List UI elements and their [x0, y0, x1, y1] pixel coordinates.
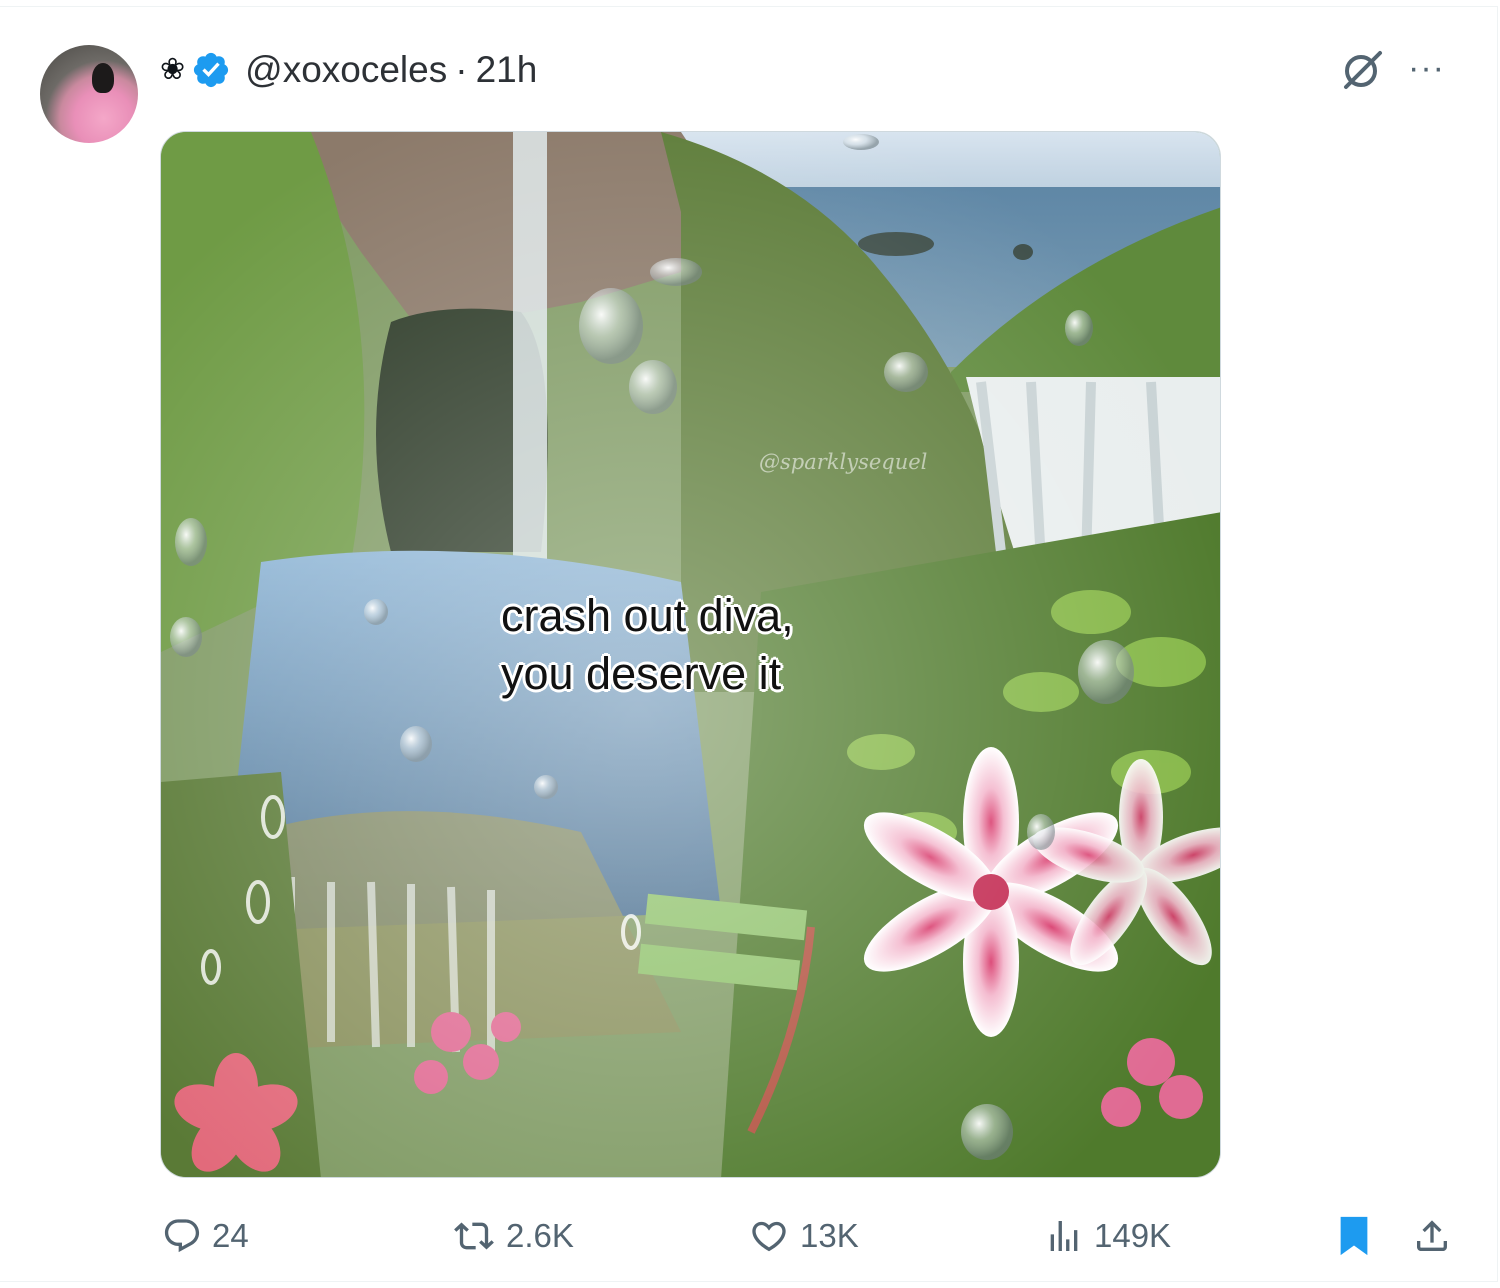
- grok-icon[interactable]: [1340, 49, 1386, 91]
- like-button[interactable]: 13K: [748, 1201, 859, 1271]
- action-bar: 24 2.6K 13K 149K: [0, 1201, 1500, 1271]
- reply-button[interactable]: 24: [162, 1201, 249, 1271]
- flower-emoji: ❀: [160, 52, 186, 87]
- views-count: 149K: [1094, 1217, 1172, 1254]
- like-count: 13K: [800, 1217, 859, 1254]
- post-container: ❀ @xoxoceles · 21h ··· @sparklysequel cr…: [0, 6, 1498, 1282]
- image-watermark: @sparklysequel: [759, 450, 928, 474]
- repost-count: 2.6K: [506, 1217, 574, 1254]
- share-icon: [1417, 1220, 1447, 1251]
- reply-count: 24: [212, 1217, 249, 1254]
- bookmark-icon: [1340, 1216, 1368, 1256]
- post-image[interactable]: @sparklysequel crash out diva, you deser…: [160, 131, 1221, 1178]
- author-handle[interactable]: @xoxoceles: [245, 49, 447, 91]
- post-header: ❀ @xoxoceles · 21h: [160, 47, 537, 93]
- image-caption: crash out diva, you deserve it: [501, 587, 901, 703]
- caption-line-2: you deserve it: [501, 648, 782, 699]
- more-options-icon[interactable]: ···: [1408, 51, 1445, 85]
- bookmark-button[interactable]: [1336, 1201, 1372, 1271]
- avatar-figure: [92, 63, 114, 93]
- repost-button[interactable]: 2.6K: [452, 1201, 574, 1271]
- reply-icon: [164, 1219, 200, 1253]
- repost-icon: [454, 1222, 494, 1250]
- views-chart-icon: [1050, 1221, 1078, 1251]
- separator-dot: ·: [455, 49, 468, 90]
- share-button[interactable]: [1412, 1201, 1452, 1271]
- post-time[interactable]: 21h: [476, 49, 538, 91]
- views-button[interactable]: 149K: [1044, 1201, 1171, 1271]
- heart-icon: [752, 1221, 786, 1252]
- verified-badge-icon[interactable]: [191, 50, 231, 90]
- avatar[interactable]: [40, 45, 138, 143]
- caption-line-1: crash out diva,: [501, 590, 794, 641]
